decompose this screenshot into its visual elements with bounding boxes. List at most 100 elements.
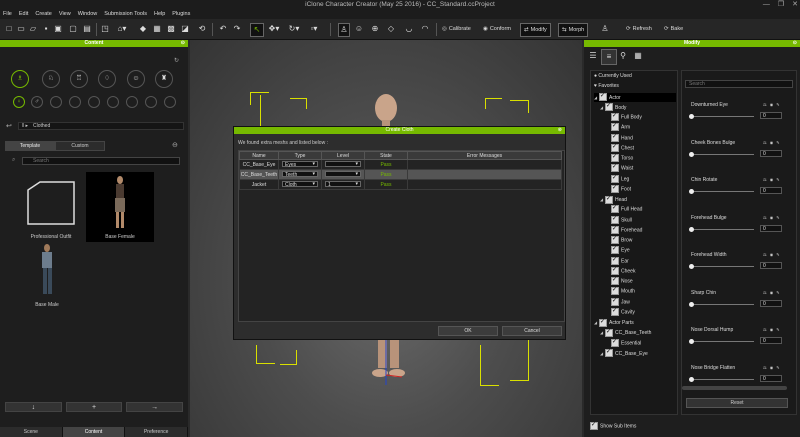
slider-track[interactable] [690,303,754,305]
sub-category-slot-7[interactable] [126,96,138,108]
slider-value-input[interactable]: 0 [760,337,782,344]
type-select[interactable]: Cloth [282,181,318,188]
sub-category-slot-9[interactable] [164,96,176,108]
checkbox-icon[interactable] [611,266,619,275]
show-sub-items-checkbox[interactable]: Show Sub Items [590,421,636,430]
category-outfit-icon[interactable]: ♖ [70,70,88,88]
tree-item[interactable]: Chest [606,143,634,153]
slider-knob[interactable] [689,264,694,269]
refresh-icon[interactable]: ↻ [174,57,179,64]
mouth-view-icon[interactable]: ◠ [420,23,430,35]
checkbox-icon[interactable] [599,92,607,102]
collapse-icon[interactable]: ⊖ [172,141,178,149]
apply-button[interactable]: → [126,402,184,412]
checkbox-icon[interactable] [611,297,619,306]
sub-category-figure-icon[interactable]: ♂ [31,96,43,108]
checkbox-icon[interactable] [605,195,613,204]
globe-icon[interactable]: ⊕ [370,23,380,35]
tree-item[interactable]: Nose [606,276,633,286]
settings-tab-icon[interactable]: ☰ [586,49,600,63]
content-search-input[interactable]: Search [22,157,180,165]
tab-content[interactable]: Content [62,427,126,437]
slider-track[interactable] [690,116,754,117]
scale-tool-icon[interactable]: ▫▾ [307,23,321,35]
checkbox-icon[interactable] [611,122,619,132]
level-select[interactable] [325,170,361,177]
slider-options-icon[interactable]: ⚖ ◉ ✎ [763,327,781,332]
slider-options-icon[interactable]: ⚖ ◉ ✎ [763,177,781,182]
slider-options-icon[interactable]: ⚖ ◉ ✎ [763,102,781,107]
tree-item[interactable]: Mouth [606,286,635,296]
tree-item[interactable]: Waist [606,163,633,173]
checkbox-icon[interactable] [611,215,619,224]
tree-item[interactable]: ◢Body [600,102,626,112]
undo-arrow-icon[interactable]: ↶ [218,23,228,35]
slider-options-icon[interactable]: ⚖ ◉ ✎ [763,290,781,295]
home-icon[interactable]: ⌂▾ [115,23,129,35]
tree-item[interactable]: ◢Head [600,195,627,204]
slider-value-input[interactable]: 0 [760,149,782,157]
screenshot-icon[interactable]: ◪ [180,23,190,35]
type-select[interactable]: Teeth [282,171,318,178]
checkbox-icon[interactable] [611,307,619,316]
menu-view[interactable]: View [59,10,71,19]
slider-options-icon[interactable]: ⚖ ◉ ✎ [763,252,781,257]
sub-category-slot-3[interactable] [50,96,62,108]
rotate-view-icon[interactable]: ⟲ [197,23,207,35]
menu-create[interactable]: Create [35,10,52,19]
menu-help[interactable]: Help [154,10,165,19]
eye-view-icon[interactable]: ◡ [404,23,414,35]
category-hair-icon[interactable]: ♘ [42,70,60,88]
tree-item[interactable]: Brow [606,235,632,245]
checkbox-icon[interactable] [611,163,619,173]
pin-icon[interactable]: ⊙ [793,40,797,47]
checkbox-icon[interactable] [599,318,607,327]
slider-track[interactable] [690,228,754,230]
checkbox-icon[interactable] [611,256,619,265]
menu-file[interactable]: File [3,10,12,19]
refresh-button[interactable]: ⟳ Refresh [626,23,652,35]
tree-item[interactable]: ◢Actor [594,92,676,102]
body-view-icon[interactable]: ♙ [338,23,350,37]
slider-value-input[interactable]: 0 [760,187,782,194]
calibrate-button[interactable]: ◎ Calibrate [442,23,471,35]
slider-value-input[interactable]: 0 [760,224,782,232]
slider-value-input[interactable]: 0 [760,299,782,307]
checkbox-icon[interactable] [611,286,619,296]
checkbox-icon[interactable] [611,276,619,285]
download-button[interactable]: ↓ [5,402,62,412]
head-view-icon[interactable]: ☺ [354,23,364,35]
dialog-close-icon[interactable]: ⊗ [558,127,562,134]
sub-category-body-icon[interactable]: ♀ [13,96,25,108]
tree-item[interactable]: Foot [606,184,631,194]
save-as-icon[interactable]: ▣ [53,23,63,35]
tree-item[interactable]: Ear [606,256,629,266]
tree-item[interactable]: ◢CC_Base_Eye [600,348,648,358]
grid-icon[interactable]: ▩ [166,23,176,35]
sub-category-slot-6[interactable] [107,96,119,108]
morph-tab-icon[interactable]: ⚲ [616,49,630,63]
category-head-icon[interactable]: ☺ [127,70,145,88]
slider-options-icon[interactable]: ⚖ ◉ ✎ [763,140,781,145]
ok-button[interactable]: OK [438,326,498,336]
slider-search-input[interactable]: Search [685,80,793,88]
level-select[interactable] [325,160,361,167]
category-shoes-icon[interactable]: ♢ [98,70,116,88]
checkbox-icon[interactable] [605,102,613,112]
slider-track[interactable] [690,378,754,380]
tab-template[interactable]: Template [5,141,55,151]
checkbox-icon[interactable] [611,225,619,234]
slider-options-icon[interactable]: ⚖ ◉ ✎ [763,215,781,220]
tree-item[interactable]: Full Body [606,112,642,122]
tree-item[interactable]: Jaw [606,297,630,307]
slider-knob[interactable] [689,151,694,157]
wireframe-icon[interactable]: ◇ [386,23,396,35]
slider-track[interactable] [690,153,754,155]
tree-item[interactable]: Forehead [606,225,642,235]
tab-custom[interactable]: Custom [55,141,105,151]
tree-item[interactable]: Cheek [606,266,635,276]
sliders-tab-icon[interactable]: ≡ [601,49,617,65]
select-tool-icon[interactable]: ↖ [250,23,264,37]
menu-plugins[interactable]: Plugins [172,10,190,19]
checker-tab-icon[interactable]: ▦ [631,49,645,63]
